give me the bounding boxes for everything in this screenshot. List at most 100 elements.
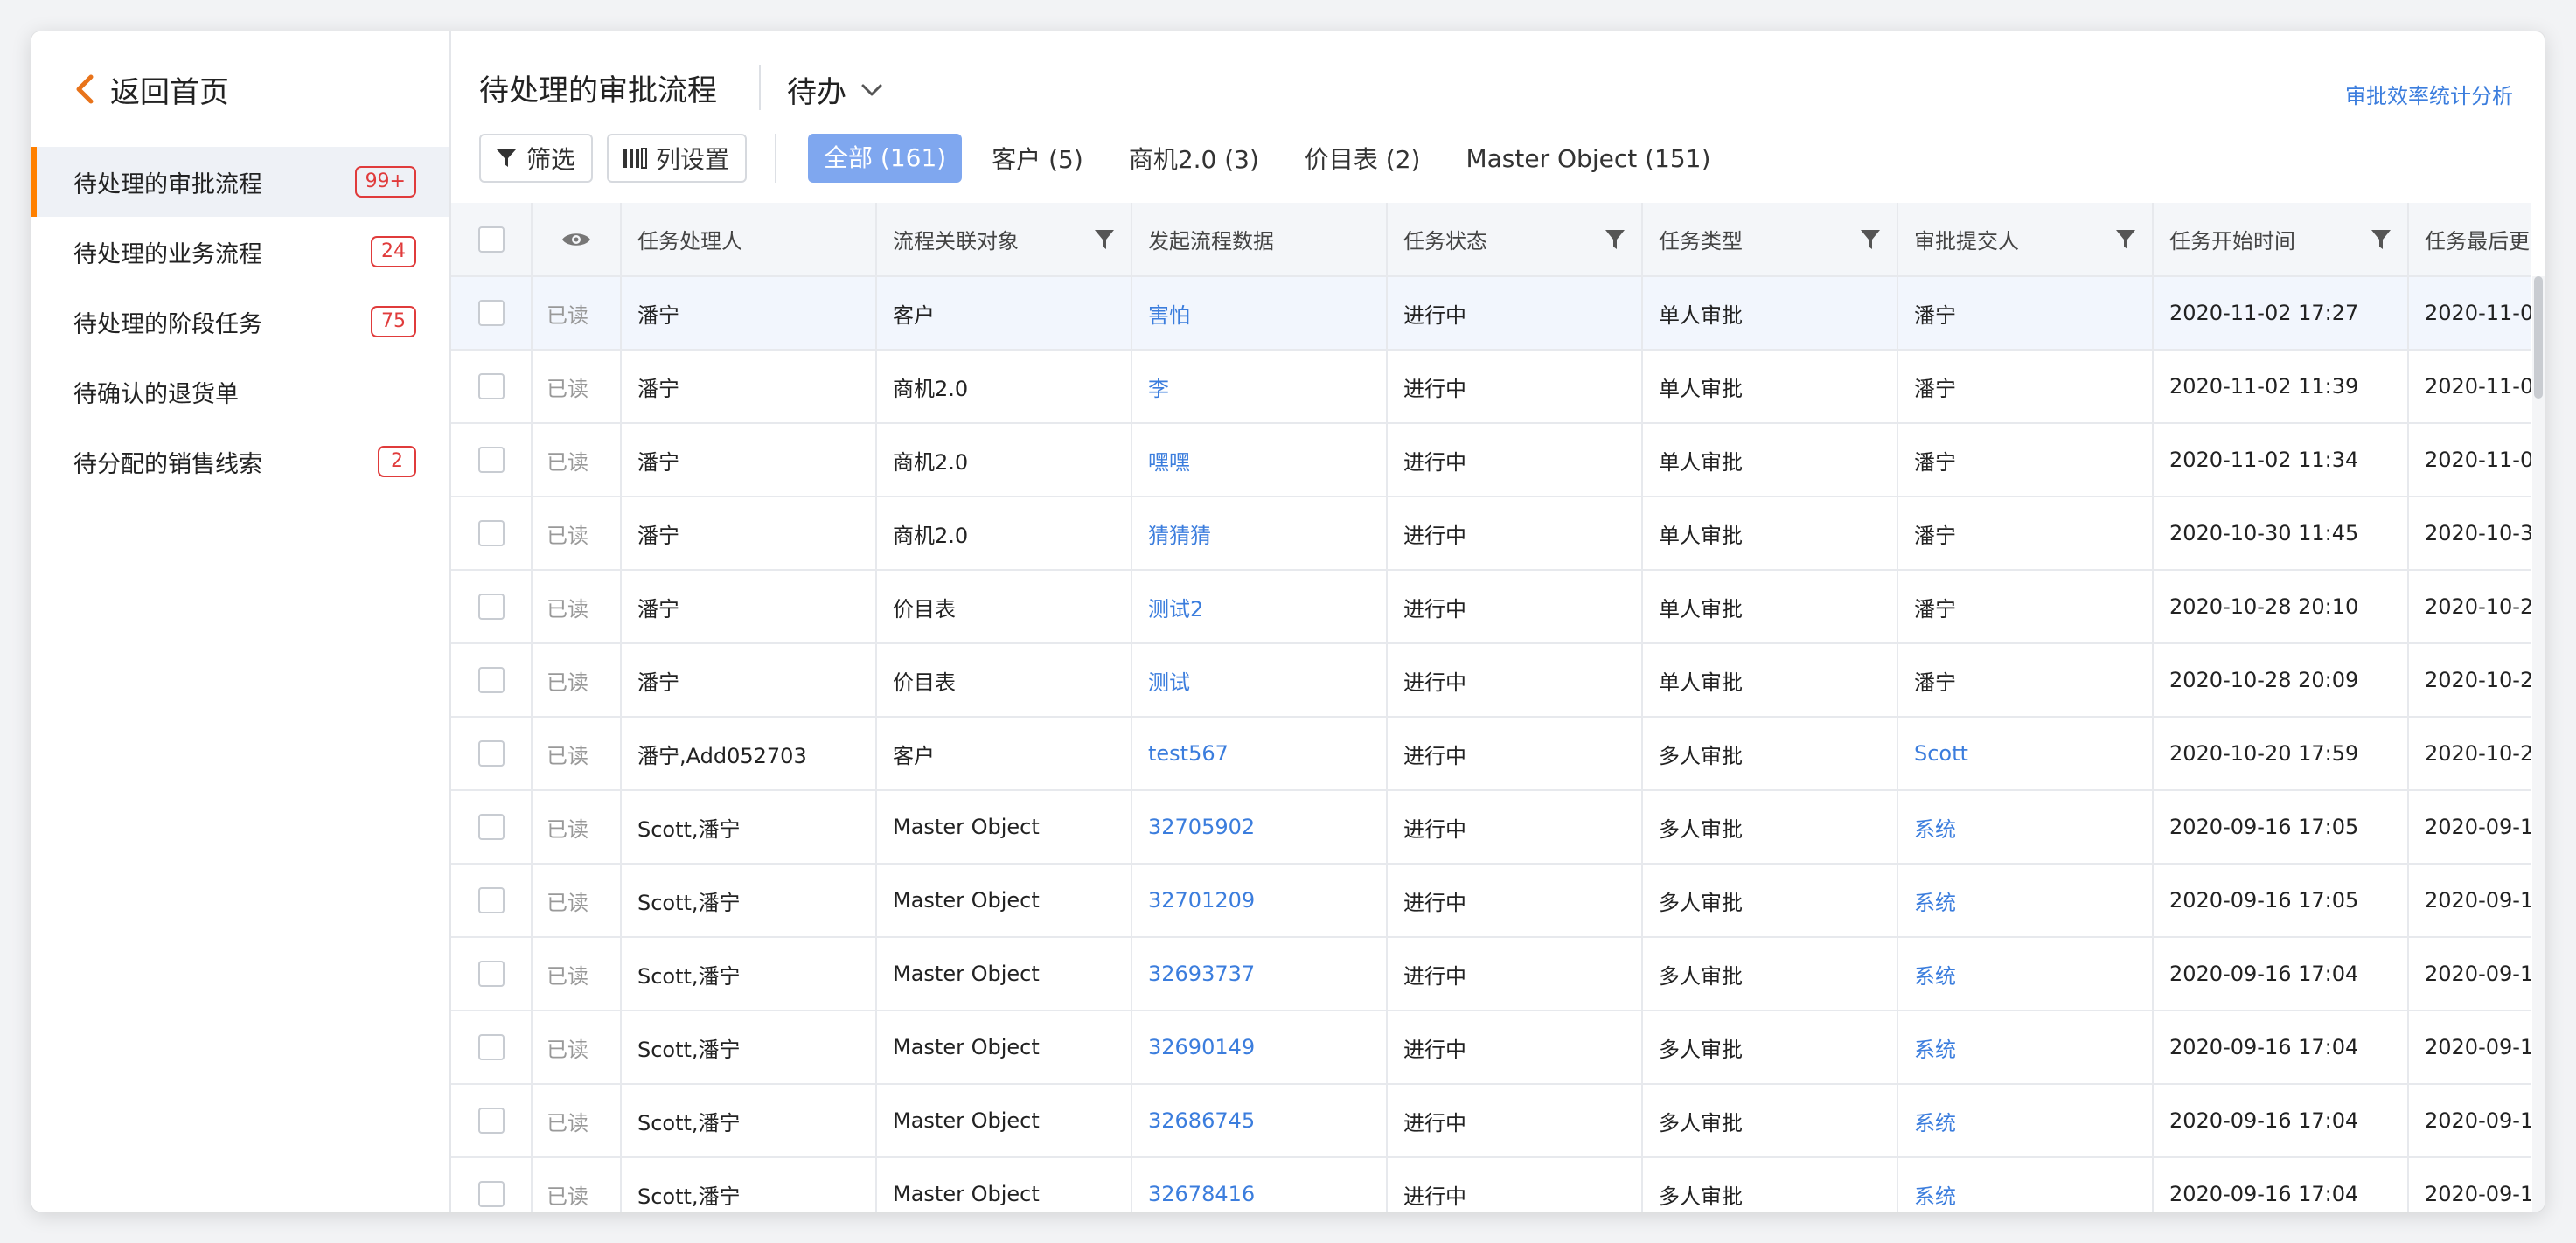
- sidebar-item-returns[interactable]: 待确认的退货单: [31, 357, 449, 427]
- select-all-checkbox[interactable]: [477, 226, 505, 253]
- vertical-scrollbar[interactable]: [2532, 276, 2545, 1212]
- table-row[interactable]: 已读 Scott,潘宁 Master Object 32693737 进行中 多人审批 系统…: [451, 937, 2531, 1011]
- process-data-link[interactable]: 32686745: [1148, 1108, 1255, 1133]
- column-filter-icon[interactable]: [1605, 228, 1626, 251]
- view-selector[interactable]: 待办: [787, 68, 883, 111]
- tab-master-object[interactable]: Master Object (151): [1466, 144, 1710, 173]
- cell-status: 进行中: [1387, 276, 1643, 351]
- cell-data-link[interactable]: 32678416: [1131, 1157, 1388, 1212]
- row-checkbox[interactable]: [477, 447, 505, 473]
- cell-data-link[interactable]: 32690149: [1131, 1010, 1388, 1085]
- row-checkbox[interactable]: [477, 961, 505, 987]
- table-row[interactable]: 已读 Scott,潘宁 Master Object 32686745 进行中 多人审批 系统…: [451, 1084, 2531, 1158]
- cell-submitter[interactable]: 系统: [1897, 937, 2154, 1011]
- submitter-link[interactable]: 系统: [1914, 1111, 1956, 1135]
- cell-data-link[interactable]: 嘿嘿: [1131, 423, 1388, 497]
- table-row[interactable]: 已读 Scott,潘宁 Master Object 32701209 进行中 多人审批 系统…: [451, 864, 2531, 938]
- table-row[interactable]: 已读 潘宁,Add052703 客户 test567 进行中 多人审批 Scott 2020-…: [451, 717, 2531, 791]
- scrollbar-thumb[interactable]: [2534, 276, 2543, 399]
- table-row[interactable]: 已读 Scott,潘宁 Master Object 32690149 进行中 多人审批 系统…: [451, 1010, 2531, 1085]
- row-checkbox[interactable]: [477, 814, 505, 840]
- process-data-link[interactable]: 32693737: [1148, 962, 1255, 986]
- column-filter-icon[interactable]: [2371, 228, 2392, 251]
- tab-customer[interactable]: 客户 (5): [992, 141, 1083, 176]
- submitter-link[interactable]: 系统: [1914, 1038, 1956, 1062]
- table-row[interactable]: 已读 Scott,潘宁 Master Object 32705902 进行中 多人审批 系统…: [451, 790, 2531, 865]
- cell-data-link[interactable]: 测试2: [1131, 570, 1388, 644]
- table-row[interactable]: 已读 潘宁 商机2.0 猜猜猜 进行中 单人审批 潘宁 2020-10-30 11:45 202…: [451, 497, 2531, 571]
- sidebar-item-label: 待处理的审批流程: [73, 170, 262, 198]
- column-filter-icon[interactable]: [2115, 228, 2136, 251]
- cell-data-link[interactable]: 32693737: [1131, 937, 1388, 1011]
- process-data-link[interactable]: 32701209: [1148, 888, 1255, 913]
- cell-data-link[interactable]: 害怕: [1131, 276, 1388, 351]
- row-checkbox[interactable]: [477, 594, 505, 620]
- submitter-link[interactable]: 系统: [1914, 817, 1956, 842]
- cell-submitter[interactable]: 系统: [1897, 1010, 2154, 1085]
- column-filter-icon[interactable]: [1094, 228, 1115, 251]
- submitter-link[interactable]: 系统: [1914, 891, 1956, 915]
- cell-data-link[interactable]: 李: [1131, 350, 1388, 424]
- cell-data-link[interactable]: 猜猜猜: [1131, 497, 1388, 571]
- col-header-type[interactable]: 任务类型: [1642, 203, 1898, 277]
- row-checkbox[interactable]: [477, 1034, 505, 1060]
- back-home-button[interactable]: 返回首页: [31, 31, 449, 147]
- tab-all[interactable]: 全部 (161): [808, 134, 963, 183]
- process-data-link[interactable]: 测试2: [1148, 597, 1203, 622]
- col-header-object[interactable]: 流程关联对象: [876, 203, 1132, 277]
- sidebar-item-stage-tasks[interactable]: 待处理的阶段任务 75: [31, 287, 449, 357]
- row-checkbox[interactable]: [477, 667, 505, 693]
- table-row[interactable]: 已读 潘宁 价目表 测试 进行中 单人审批 潘宁 2020-10-28 20:09 2020-1…: [451, 643, 2531, 718]
- col-header-status[interactable]: 任务状态: [1387, 203, 1643, 277]
- table-row[interactable]: 已读 潘宁 商机2.0 嘿嘿 进行中 单人审批 潘宁 2020-11-02 11:34 2020…: [451, 423, 2531, 497]
- cell-data-link[interactable]: test567: [1131, 717, 1388, 791]
- table-row[interactable]: 已读 潘宁 价目表 测试2 进行中 单人审批 潘宁 2020-10-28 20:10 2020-…: [451, 570, 2531, 644]
- cell-submitter[interactable]: 系统: [1897, 790, 2154, 865]
- row-checkbox[interactable]: [477, 740, 505, 767]
- col-header-submitter[interactable]: 审批提交人: [1897, 203, 2154, 277]
- table-row[interactable]: 已读 Scott,潘宁 Master Object 32678416 进行中 多人审批 系统…: [451, 1157, 2531, 1212]
- cell-submitter[interactable]: 系统: [1897, 1084, 2154, 1158]
- cell-data-link[interactable]: 32701209: [1131, 864, 1388, 938]
- column-settings-button[interactable]: 列设置: [607, 134, 748, 183]
- row-checkbox[interactable]: [477, 1181, 505, 1207]
- table-row[interactable]: 已读 潘宁 商机2.0 李进行中 单人审批 潘宁 2020-11-02 11:39 2020-…: [451, 350, 2531, 424]
- stats-analysis-link[interactable]: 审批效率统计分析: [2345, 79, 2513, 109]
- submitter-link[interactable]: 系统: [1914, 964, 1956, 989]
- col-header-start-time[interactable]: 任务开始时间: [2153, 203, 2409, 277]
- process-data-link[interactable]: 测试: [1148, 670, 1190, 695]
- process-data-link[interactable]: 32705902: [1148, 815, 1255, 839]
- column-filter-icon[interactable]: [1860, 228, 1881, 251]
- process-data-link[interactable]: 32678416: [1148, 1182, 1255, 1206]
- process-data-link[interactable]: 嘿嘿: [1148, 450, 1190, 475]
- sidebar-item-approval[interactable]: 待处理的审批流程 99+: [31, 147, 449, 217]
- tab-opportunity[interactable]: 商机2.0 (3): [1129, 141, 1259, 176]
- process-data-link[interactable]: 猜猜猜: [1148, 524, 1211, 548]
- submitter-link[interactable]: Scott: [1914, 741, 1968, 766]
- cell-data-link[interactable]: 32686745: [1131, 1084, 1388, 1158]
- process-data-link[interactable]: 32690149: [1148, 1035, 1255, 1059]
- cell-submitter: 潘宁: [1897, 350, 2154, 424]
- col-header-handler[interactable]: 任务处理人: [621, 203, 877, 277]
- col-header-data[interactable]: 发起流程数据: [1131, 203, 1388, 277]
- tab-price-list[interactable]: 价目表 (2): [1305, 141, 1421, 176]
- sidebar-item-business[interactable]: 待处理的业务流程 24: [31, 217, 449, 287]
- row-checkbox[interactable]: [477, 1108, 505, 1134]
- process-data-link[interactable]: 害怕: [1148, 303, 1190, 328]
- row-checkbox[interactable]: [477, 520, 505, 546]
- process-data-link[interactable]: 李: [1148, 377, 1169, 401]
- table-row[interactable]: 已读 潘宁 客户 害怕 进行中 单人审批 潘宁 2020-11-02 17:27 2020-11…: [451, 276, 2531, 351]
- process-data-link[interactable]: test567: [1148, 741, 1229, 766]
- cell-submitter[interactable]: 系统: [1897, 1157, 2154, 1212]
- row-checkbox[interactable]: [477, 300, 505, 326]
- submitter-link[interactable]: 系统: [1914, 1184, 1956, 1209]
- cell-submitter[interactable]: 系统: [1897, 864, 2154, 938]
- row-checkbox[interactable]: [477, 887, 505, 913]
- cell-submitter[interactable]: Scott: [1897, 717, 2154, 791]
- cell-data-link[interactable]: 32705902: [1131, 790, 1388, 865]
- col-header-last-update[interactable]: 任务最后更: [2408, 203, 2531, 277]
- sidebar-item-leads[interactable]: 待分配的销售线索 2: [31, 427, 449, 497]
- cell-data-link[interactable]: 测试: [1131, 643, 1388, 718]
- filter-button[interactable]: 筛选: [479, 134, 594, 183]
- row-checkbox[interactable]: [477, 373, 505, 399]
